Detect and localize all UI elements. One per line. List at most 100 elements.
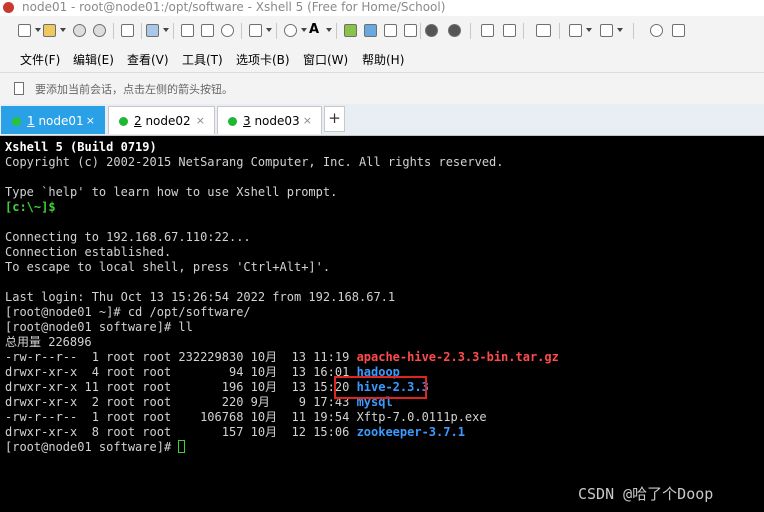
chevron-down-icon[interactable] [266, 28, 272, 32]
new-session-icon[interactable] [18, 24, 31, 37]
layout-icon[interactable] [600, 24, 613, 37]
transfer-icon[interactable] [384, 24, 397, 37]
tab-bar: 1 node01 × 2 node02 × 3 node03 × + [0, 104, 764, 136]
copy-icon[interactable] [181, 24, 194, 37]
terminal-established: Connection established. [5, 245, 172, 259]
file-name: zookeeper-3.7.1 [356, 425, 465, 439]
font-icon[interactable]: A [309, 23, 322, 37]
close-icon[interactable]: × [196, 114, 205, 127]
open-folder-icon[interactable] [43, 24, 56, 37]
menu-edit[interactable]: 编辑(E) [73, 51, 114, 68]
chevron-down-icon[interactable] [586, 28, 592, 32]
connected-status-icon [12, 117, 21, 126]
find-icon[interactable] [221, 24, 234, 37]
highlight-annotation [334, 376, 427, 399]
toolbar-separator [523, 23, 524, 39]
file-name: apache-hive-2.3.3-bin.tar.gz [356, 350, 559, 364]
log-icon[interactable] [404, 24, 417, 37]
print-icon[interactable] [249, 24, 262, 37]
tab-label: 2 node02 [134, 114, 191, 128]
tab-label: 1 node01 [27, 114, 84, 128]
file-entry: -rw-r--r-- 1 root root 232229830 10月 13 … [5, 350, 559, 365]
toolbar-separator [141, 23, 142, 39]
menu-tools[interactable]: 工具(T) [182, 51, 223, 68]
terminal-escape-hint: To escape to local shell, press 'Ctrl+Al… [5, 260, 331, 274]
terminal-copyright: Copyright (c) 2002-2015 NetSarang Comput… [5, 155, 504, 169]
final-prompt-line: [root@node01 software]# [5, 440, 186, 455]
menu-bar: 文件(F) 编辑(E) 查看(V) 工具(T) 选项卡(B) 窗口(W) 帮助(… [0, 46, 764, 72]
toolbar-separator [276, 23, 277, 39]
file-entry: -rw-r--r-- 1 root root 106768 10月 11 19:… [5, 410, 487, 425]
connected-status-icon [119, 117, 128, 126]
xftp-icon[interactable] [344, 24, 357, 37]
tab-number: 1 [27, 114, 35, 128]
menu-view[interactable]: 查看(V) [127, 51, 169, 68]
disconnect-icon[interactable] [93, 24, 106, 37]
tab-name: node01 [34, 114, 84, 128]
toolbar-separator [336, 23, 337, 39]
chevron-down-icon[interactable] [326, 28, 332, 32]
add-session-arrow-icon[interactable] [14, 82, 24, 95]
file-info: drwxr-xr-x 11 root root 196 10月 13 15:20 [5, 380, 357, 394]
compose-icon[interactable] [364, 24, 377, 37]
settings-icon[interactable] [146, 24, 159, 37]
file-info: drwxr-xr-x 2 root root 220 9月 9 17:43 [5, 395, 357, 409]
properties-icon[interactable] [121, 24, 134, 37]
terminal-command: [root@node01 ~]# cd /opt/software/ [5, 305, 251, 319]
menu-tabs[interactable]: 选项卡(B) [236, 51, 290, 68]
cursor [178, 440, 186, 453]
tab-number: 3 [243, 114, 251, 128]
keyboard-icon[interactable] [536, 24, 551, 37]
final-prompt: [root@node01 software]# [5, 440, 179, 454]
tab-number: 2 [134, 114, 142, 128]
terminal-connecting: Connecting to 192.168.67.110:22... [5, 230, 251, 244]
file-info: -rw-r--r-- 1 root root 106768 10月 11 19:… [5, 410, 357, 424]
tab-node02[interactable]: 2 node02 × [108, 106, 215, 134]
paste-icon[interactable] [201, 24, 214, 37]
menu-file[interactable]: 文件(F) [20, 51, 60, 68]
tab-label: 3 node03 [243, 114, 300, 128]
tab-name: node03 [250, 114, 300, 128]
menu-window[interactable]: 窗口(W) [303, 51, 348, 68]
chevron-down-icon[interactable] [60, 28, 66, 32]
fullscreen-icon[interactable] [481, 24, 494, 37]
xmanager-icon[interactable] [425, 24, 438, 37]
terminal[interactable]: Xshell 5 (Build 0719) Copyright (c) 2002… [0, 136, 764, 512]
title-bar: node01 - root@node01:/opt/software - Xsh… [0, 0, 764, 16]
chevron-down-icon[interactable] [35, 28, 41, 32]
toolbar-separator [559, 23, 560, 39]
tab-node01[interactable]: 1 node01 × [1, 106, 105, 134]
terminal-total: 总用量 226896 [5, 335, 92, 349]
terminal-help-line: Type `help' to learn how to use Xshell p… [5, 185, 338, 199]
close-icon[interactable]: × [303, 114, 312, 127]
watermark: CSDN @哈了个Doop [578, 485, 714, 503]
terminal-banner: Xshell 5 (Build 0719) [5, 140, 157, 154]
chevron-down-icon[interactable] [301, 28, 307, 32]
tab-node03[interactable]: 3 node03 × [217, 106, 322, 134]
terminal-last-login: Last login: Thu Oct 13 15:26:54 2022 fro… [5, 290, 396, 304]
file-info: drwxr-xr-x 4 root root 94 10月 13 16:01 [5, 365, 357, 379]
reconnect-icon[interactable] [73, 24, 86, 37]
new-tab-button[interactable]: + [324, 106, 345, 132]
chat-icon[interactable] [672, 24, 685, 37]
lock-icon[interactable] [503, 24, 516, 37]
session-hint-bar: 要添加当前会话，点击左侧的箭头按钮。 [0, 72, 764, 104]
toolbar-separator [173, 23, 174, 39]
window-title: node01 - root@node01:/opt/software - Xsh… [22, 0, 446, 14]
toolbar: A [0, 16, 764, 46]
color-scheme-icon[interactable] [284, 24, 297, 37]
xagent-icon[interactable] [448, 24, 461, 37]
add-icon[interactable] [569, 24, 582, 37]
chevron-down-icon[interactable] [617, 28, 623, 32]
file-info: -rw-r--r-- 1 root root 232229830 10月 13 … [5, 350, 357, 364]
menu-help[interactable]: 帮助(H) [362, 51, 404, 68]
local-prompt: [c:\~]$ [5, 200, 56, 214]
file-info: drwxr-xr-x 8 root root 157 10月 12 15:06 [5, 425, 357, 439]
file-entry: drwxr-xr-x 8 root root 157 10月 12 15:06 … [5, 425, 465, 440]
hint-text: 要添加当前会话，点击左侧的箭头按钮。 [35, 83, 233, 96]
toolbar-separator [113, 23, 114, 39]
close-icon[interactable]: × [86, 114, 95, 127]
help-icon[interactable] [650, 24, 663, 37]
chevron-down-icon[interactable] [163, 28, 169, 32]
xshell-logo-icon [3, 2, 14, 13]
